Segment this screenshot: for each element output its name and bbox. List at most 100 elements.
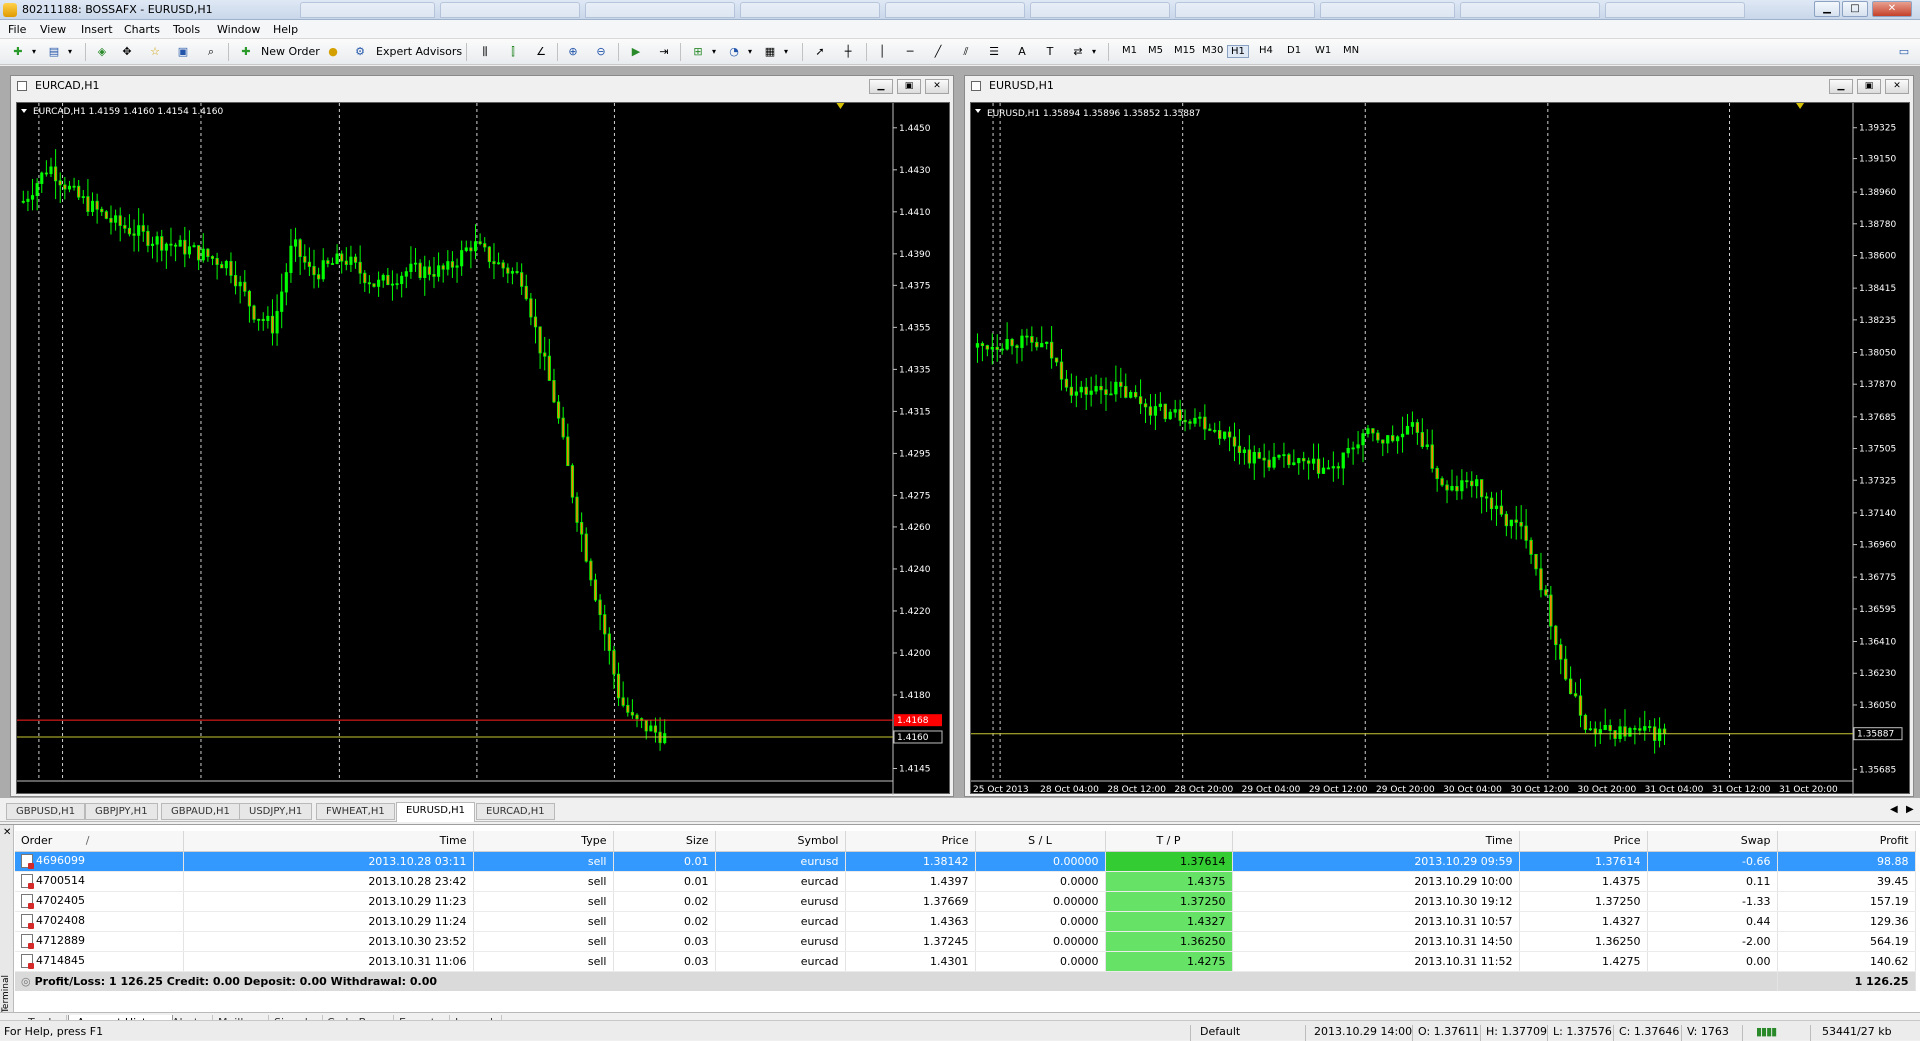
timeframe-h1[interactable]: H1 [1227,45,1249,58]
cursor-icon[interactable]: ➚ [812,44,828,60]
background-tab[interactable] [740,2,880,18]
candlesticks-icon[interactable]: ⫿ [505,44,521,60]
periods-dropdown-icon[interactable]: ▾ [742,44,758,60]
scroll-right-icon[interactable]: ▶ [1906,804,1914,815]
new-order-icon[interactable]: ✚ [238,44,254,60]
chart-tab[interactable]: FWHEAT,H1 [316,803,395,820]
menu-window[interactable]: Window [217,23,260,36]
column-header-size[interactable]: Size [613,831,716,852]
chart-tab[interactable]: GBPAUD,H1 [161,803,240,820]
column-header-symbol[interactable]: Symbol [715,831,846,852]
vertical-line-icon[interactable]: │ [874,44,890,60]
timeframe-m5[interactable]: M5 [1148,45,1163,56]
metaeditor-icon[interactable]: ● [325,44,341,60]
fibonacci-icon[interactable]: ☰ [986,44,1002,60]
menu-file[interactable]: File [8,23,26,36]
chart-window-eurcad[interactable]: EURCAD,H1 ▁ ▣ ✕ 1.4450 1.4430 1.4410 1.4390 1.… [10,75,954,797]
column-header-order[interactable]: Order / [15,831,184,852]
favorites-icon[interactable]: ☆ [147,44,163,60]
chart-window-eurusd[interactable]: EURUSD,H1 ▁ ▣ ✕ 1.39325 1.39150 1.38960 1.387… [964,75,1914,797]
terminal-icon[interactable]: ▣ [175,44,191,60]
horizontal-line-icon[interactable]: ─ [902,44,918,60]
background-tab[interactable] [885,2,1025,18]
background-tab[interactable] [585,2,735,18]
equidistant-channel-icon[interactable]: ⫽ [958,44,974,60]
new-chart-dropdown-icon[interactable]: ▾ [26,44,42,60]
zoom-in-icon[interactable]: ⊕ [565,44,581,60]
price-chart[interactable]: 1.4450 1.4430 1.4410 1.4390 1.4375 1.4355 1.43… [16,102,951,795]
column-header-time[interactable]: Time [183,831,474,852]
menu-tools[interactable]: Tools [173,23,200,36]
menu-help[interactable]: Help [273,23,298,36]
chart-restore-button[interactable]: ▣ [897,79,921,94]
chart-tab-active[interactable]: EURUSD,H1 [396,802,476,822]
chart-tab[interactable]: EURCAD,H1 [476,803,555,820]
candlestick-chart[interactable]: 1.39325 1.39150 1.38960 1.38780 1.38600 1.384… [971,103,1911,795]
text-label-icon[interactable]: T [1042,44,1058,60]
chart-minimize-button[interactable]: ▁ [869,79,893,94]
chart-tab[interactable]: GBPJPY,H1 [85,803,158,820]
column-header-swap[interactable]: Swap [1647,831,1778,852]
menu-view[interactable]: View [40,23,66,36]
zoom-out-icon[interactable]: ⊖ [593,44,609,60]
table-row[interactable]: 4696099 2013.10.28 03:11 sell 0.01 eurusd 1.3… [15,851,1916,872]
navigator-icon[interactable]: ✥ [119,44,135,60]
menu-insert[interactable]: Insert [81,23,113,36]
indicators-dropdown-icon[interactable]: ▾ [706,44,722,60]
strategy-tester-icon[interactable]: ⌕ [203,44,219,60]
background-tab[interactable] [300,2,435,18]
expert-advisors-button[interactable]: Expert Advisors [376,44,462,60]
timeframe-w1[interactable]: W1 [1315,45,1331,56]
new-chart-icon[interactable]: ✚ [10,44,26,60]
chart-restore-button[interactable]: ▣ [1857,79,1881,94]
column-header-price[interactable]: Price [845,831,976,852]
background-tab[interactable] [1030,2,1170,18]
timeframe-d1[interactable]: D1 [1287,45,1301,56]
column-header-tp[interactable]: T / P [1105,831,1233,852]
background-tab[interactable] [440,2,580,18]
expert-advisors-icon[interactable]: ⚙ [352,44,368,60]
timeframe-m1[interactable]: M1 [1122,45,1137,56]
table-row[interactable]: 4712889 2013.10.30 23:52 sell 0.03 eurusd 1.3… [15,931,1916,952]
timeframe-m15[interactable]: M15 [1174,45,1195,56]
chart-shift-icon[interactable]: ⇥ [656,44,672,60]
crosshair-icon[interactable]: ┼ [840,44,856,60]
table-row[interactable]: 4702405 2013.10.29 11:23 sell 0.02 eurusd 1.3… [15,891,1916,912]
candlestick-chart[interactable]: 1.4450 1.4430 1.4410 1.4390 1.4375 1.4355 1.43… [17,103,951,795]
scroll-left-icon[interactable]: ◀ [1890,804,1898,815]
templates-dropdown-icon[interactable]: ▾ [778,44,794,60]
column-header-profit[interactable]: Profit [1777,831,1916,852]
chart-close-button[interactable]: ✕ [925,79,949,94]
background-tab[interactable] [1320,2,1455,18]
line-chart-icon[interactable]: ∠ [533,44,549,60]
new-order-button[interactable]: New Order [261,44,320,60]
indicators-icon[interactable]: ⊞ [690,44,706,60]
arrows-dropdown-icon[interactable]: ▾ [1086,44,1102,60]
auto-scroll-icon[interactable]: ▶ [628,44,644,60]
close-window-button[interactable]: ✕ [1872,1,1912,17]
bar-chart-icon[interactable]: ⫼ [477,44,493,60]
table-row[interactable]: 4714845 2013.10.31 11:06 sell 0.03 eurcad 1.4… [15,951,1916,972]
chart-tab[interactable]: USDJPY,H1 [239,803,313,820]
timeframe-m30[interactable]: M30 [1202,45,1223,56]
timeframe-h4[interactable]: H4 [1259,45,1273,56]
periods-icon[interactable]: ◔ [726,44,742,60]
column-header-sl[interactable]: S / L [975,831,1106,852]
chat-icon[interactable]: ▭ [1896,44,1912,60]
table-row[interactable]: 4702408 2013.10.29 11:24 sell 0.02 eurcad 1.4… [15,911,1916,932]
trendline-icon[interactable]: ╱ [930,44,946,60]
background-tab[interactable] [1460,2,1600,18]
chart-close-button[interactable]: ✕ [1885,79,1909,94]
chart-minimize-button[interactable]: ▁ [1829,79,1853,94]
market-watch-icon[interactable]: ◈ [94,44,110,60]
table-row[interactable]: 4700514 2013.10.28 23:42 sell 0.01 eurcad 1.4… [15,871,1916,892]
background-tab[interactable] [1605,2,1745,18]
column-header-close-price[interactable]: Price [1519,831,1648,852]
column-header-close-time[interactable]: Time [1232,831,1520,852]
profiles-icon[interactable]: ▤ [46,44,62,60]
column-header-type[interactable]: Type [473,831,614,852]
templates-icon[interactable]: ▦ [762,44,778,60]
background-tab[interactable] [1175,2,1315,18]
maximize-window-button[interactable]: □ [1842,1,1868,17]
close-icon[interactable]: ✕ [3,827,11,838]
